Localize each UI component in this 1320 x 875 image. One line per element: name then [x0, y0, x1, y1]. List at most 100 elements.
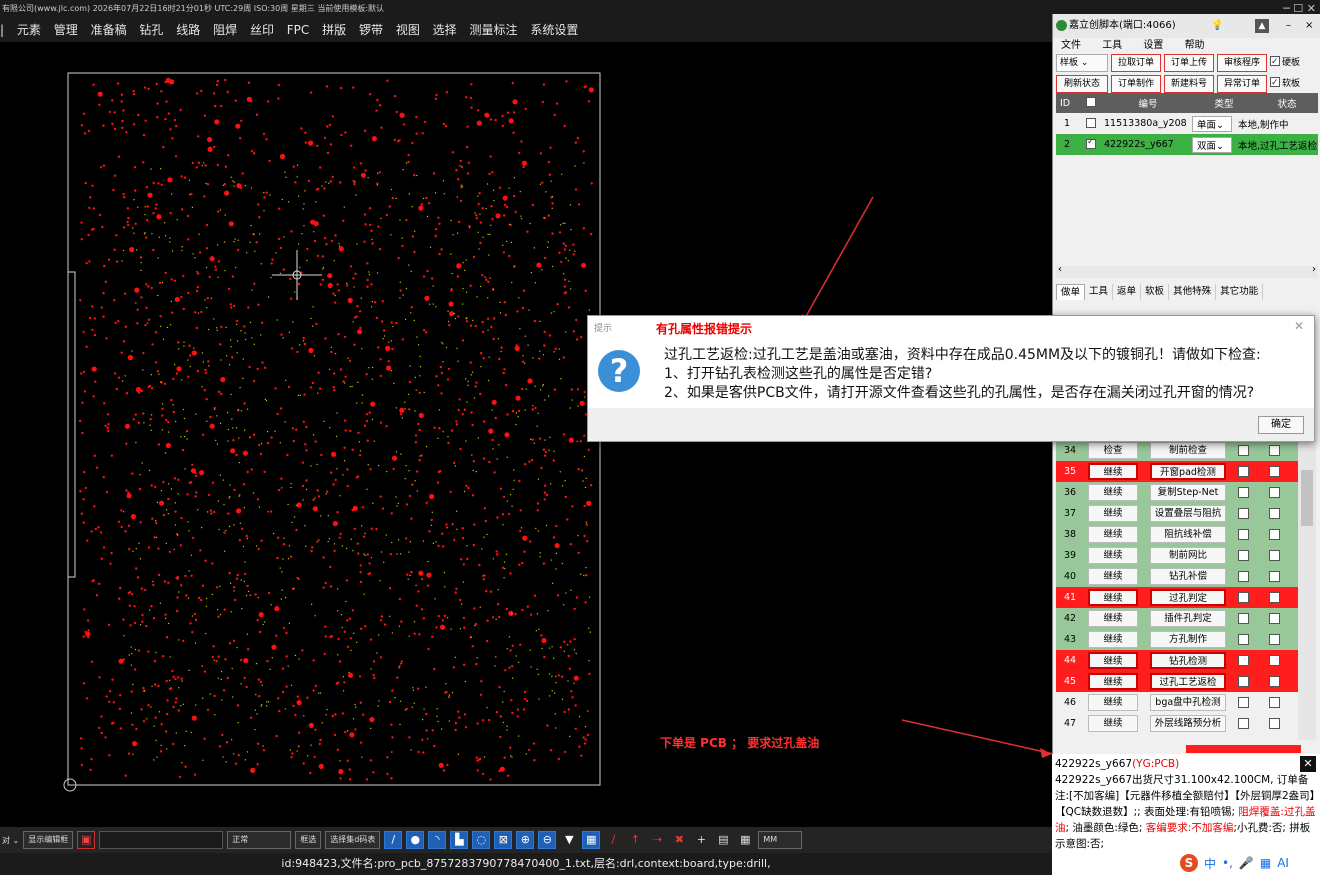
minimize-icon[interactable]: – [1286, 14, 1291, 38]
step-name-button[interactable]: 插件孔判定 [1150, 610, 1226, 627]
step-row[interactable]: 39 继续 制前网比 [1056, 545, 1298, 566]
menu-item[interactable]: 丝印 [250, 23, 274, 37]
ime-punct[interactable]: •, [1222, 856, 1233, 870]
header-check[interactable] [1082, 97, 1100, 109]
menu-item[interactable]: 元素 [17, 23, 41, 37]
step-row[interactable]: 45 继续 过孔工艺返检 [1056, 671, 1298, 692]
step-check-a[interactable] [1238, 613, 1249, 624]
step-name-button[interactable]: 复制Step-Net [1150, 484, 1226, 501]
arc-tool-icon[interactable]: ◝ [428, 831, 447, 849]
row-check[interactable] [1082, 138, 1100, 151]
menu-item[interactable]: 准备稿 [91, 23, 127, 37]
panel-menu-help[interactable]: 帮助 [1185, 40, 1205, 51]
select-all-check[interactable] [1086, 97, 1096, 107]
step-action-button[interactable]: 继续 [1088, 484, 1138, 501]
step-action-button[interactable]: 检查 [1088, 442, 1138, 459]
row-checkbox[interactable] [1086, 138, 1096, 149]
measure-tool-icon[interactable]: ⊠ [494, 831, 513, 849]
tab-order[interactable]: 做单 [1056, 284, 1086, 300]
step-action-button[interactable]: 继续 [1088, 631, 1138, 648]
step-name-button[interactable]: 外层线路预分析 [1150, 715, 1226, 732]
step-action-button[interactable]: 继续 [1088, 715, 1138, 732]
step-check-b[interactable] [1269, 508, 1280, 519]
step-check-a[interactable] [1238, 571, 1249, 582]
ime-logo-icon[interactable]: S [1180, 854, 1198, 872]
move-tool-icon[interactable]: ↑ [626, 831, 645, 849]
step-check-a[interactable] [1238, 487, 1249, 498]
info-close-icon[interactable]: ✕ [1300, 756, 1316, 772]
menu-item[interactable]: 锣带 [359, 23, 383, 37]
edit-tool-icon[interactable]: / [604, 831, 623, 849]
step-check-b[interactable] [1269, 613, 1280, 624]
show-editor-button[interactable]: 显示编辑框 [23, 831, 74, 849]
step-check-b[interactable] [1269, 571, 1280, 582]
report-icon[interactable]: ▤ [714, 831, 733, 849]
step-row[interactable]: 38 继续 阻抗线补偿 [1056, 524, 1298, 545]
step-check-a[interactable] [1238, 508, 1249, 519]
panel-menu-file[interactable]: 文件 [1061, 40, 1081, 51]
ime-toolbar[interactable]: S 中 •, 🎤 ▦ AI [1180, 852, 1320, 874]
step-check-b[interactable] [1269, 676, 1280, 687]
zoom-in-icon[interactable]: ⊕ [516, 831, 535, 849]
step-row[interactable]: 47 继续 外层线路预分析 [1056, 713, 1298, 734]
step-check-a[interactable] [1238, 466, 1249, 477]
row-type[interactable]: 单面⌄ [1192, 115, 1232, 132]
unit-select[interactable]: MM [758, 831, 803, 849]
step-action-button[interactable]: 继续 [1088, 589, 1138, 606]
step-check-b[interactable] [1269, 634, 1280, 645]
refresh-status-button[interactable]: 刷新状态 [1056, 75, 1108, 93]
step-row[interactable]: 40 继续 钻孔补偿 [1056, 566, 1298, 587]
step-check-b[interactable] [1269, 592, 1280, 603]
step-row[interactable]: 43 继续 方孔制作 [1056, 629, 1298, 650]
menu-item[interactable]: 拼版 [322, 23, 346, 37]
step-check-b[interactable] [1269, 466, 1280, 477]
step-check-a[interactable] [1238, 676, 1249, 687]
template-combo[interactable]: 样板 ⌄ [1056, 54, 1108, 72]
filter-icon[interactable]: ▼ [560, 831, 579, 849]
grid-icon[interactable]: ▦ [582, 831, 601, 849]
ime-ai[interactable]: AI [1277, 856, 1289, 870]
step-name-button[interactable]: 制前检查 [1150, 442, 1226, 459]
menu-item[interactable]: 系统设置 [530, 23, 578, 37]
menu-item[interactable]: 选择 [433, 23, 457, 37]
step-check-b[interactable] [1269, 697, 1280, 708]
step-name-button[interactable]: 钻孔补偿 [1150, 568, 1226, 585]
step-action-button[interactable]: 继续 [1088, 673, 1138, 690]
step-row[interactable]: 41 继续 过孔判定 [1056, 587, 1298, 608]
abnormal-order-button[interactable]: 异常订单 [1217, 75, 1267, 93]
step-check-a[interactable] [1238, 529, 1249, 540]
row-type[interactable]: 双面⌄ [1192, 136, 1232, 153]
order-upload-button[interactable]: 订单上传 [1164, 54, 1214, 72]
soft-board-checkbox[interactable]: 软板 [1270, 75, 1300, 92]
tab-special[interactable]: 其他特殊 [1169, 284, 1217, 300]
collapse-icon[interactable]: ▲ [1255, 19, 1269, 33]
step-check-a[interactable] [1238, 550, 1249, 561]
hard-board-checkbox[interactable]: 硬板 [1270, 54, 1300, 71]
step-action-button[interactable]: 继续 [1088, 568, 1138, 585]
review-program-button[interactable]: 审核程序 [1217, 54, 1267, 72]
table-hscrollbar[interactable]: ‹ › [1056, 264, 1318, 278]
close-icon[interactable]: × [1305, 14, 1313, 38]
menu-item[interactable]: 阻焊 [213, 23, 237, 37]
ime-keyboard-icon[interactable]: ▦ [1260, 856, 1271, 870]
menu-item[interactable]: 钻孔 [139, 23, 163, 37]
menu-item-prefix[interactable]: | [0, 23, 4, 37]
dialog-close-icon[interactable]: ✕ [1294, 319, 1304, 333]
copy-tool-icon[interactable]: ⇢ [648, 831, 667, 849]
select-set-button[interactable]: 选择集d码表 [325, 831, 381, 849]
step-name-button[interactable]: 方孔制作 [1150, 631, 1226, 648]
row-check[interactable] [1082, 117, 1100, 130]
panel-menu-tools[interactable]: 工具 [1102, 40, 1122, 51]
step-action-button[interactable]: 继续 [1088, 463, 1138, 480]
step-name-button[interactable]: 过孔工艺返检 [1150, 673, 1226, 690]
step-action-button[interactable]: 继续 [1088, 505, 1138, 522]
menu-item[interactable]: 管理 [54, 23, 78, 37]
step-check-b[interactable] [1269, 718, 1280, 729]
menu-item[interactable]: 测量标注 [470, 23, 518, 37]
soft-board-check[interactable] [1270, 75, 1280, 91]
layers-icon[interactable]: ▦ [736, 831, 755, 849]
scroll-thumb[interactable] [1301, 470, 1313, 526]
bulb-icon[interactable]: 💡 [1211, 14, 1223, 38]
step-check-a[interactable] [1238, 634, 1249, 645]
step-check-b[interactable] [1269, 445, 1280, 456]
